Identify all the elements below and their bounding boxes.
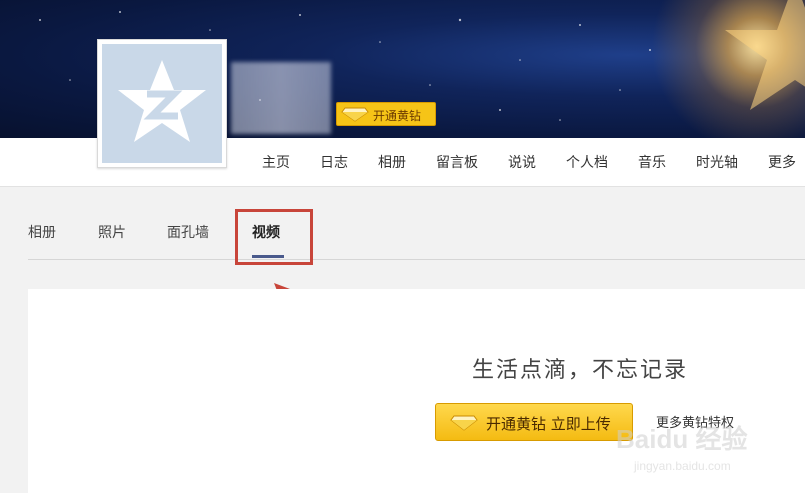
tab-face-wall[interactable]: 面孔墙 bbox=[167, 222, 209, 242]
nav-item-album[interactable]: 相册 bbox=[378, 152, 406, 172]
nav-item-status[interactable]: 说说 bbox=[508, 152, 536, 172]
watermark-url: jingyan.baidu.com bbox=[633, 459, 731, 473]
tab-photos[interactable]: 照片 bbox=[98, 222, 126, 242]
album-subtabs: 相册 照片 面孔墙 视频 bbox=[28, 187, 805, 260]
diamond-icon bbox=[341, 107, 369, 122]
tab-albums[interactable]: 相册 bbox=[28, 222, 56, 242]
nav-item-guestbook[interactable]: 留言板 bbox=[436, 152, 478, 172]
nav-item-music[interactable]: 音乐 bbox=[638, 152, 666, 172]
nav-item-timeline[interactable]: 时光轴 bbox=[696, 152, 738, 172]
baidu-jingyan-watermark: Baidu 经验 jingyan.baidu.com bbox=[616, 424, 747, 473]
nav-item-more[interactable]: 更多 bbox=[768, 152, 796, 172]
empty-state-slogan: 生活点滴，不忘记录 bbox=[472, 358, 689, 383]
nav-item-home[interactable]: 主页 bbox=[262, 152, 290, 172]
avatar[interactable] bbox=[97, 39, 227, 168]
nav-item-profile[interactable]: 个人档 bbox=[566, 152, 608, 172]
vip-badge[interactable]: 开通黄钻 bbox=[336, 102, 436, 126]
default-avatar-image bbox=[102, 44, 222, 163]
gold-star-decoration bbox=[725, 0, 805, 110]
watermark-brand: Baidu 经验 bbox=[616, 424, 747, 454]
diamond-icon bbox=[450, 415, 478, 431]
blurred-username bbox=[231, 62, 331, 134]
vip-upload-button[interactable]: 开通黄钻 立即上传 bbox=[435, 403, 633, 441]
upload-button-label: 开通黄钻 立即上传 bbox=[486, 415, 611, 433]
qzone-star-icon bbox=[118, 60, 206, 142]
annotation-highlight-box bbox=[235, 209, 313, 265]
vip-badge-label: 开通黄钻 bbox=[373, 109, 422, 123]
nav-item-blog[interactable]: 日志 bbox=[320, 152, 348, 172]
